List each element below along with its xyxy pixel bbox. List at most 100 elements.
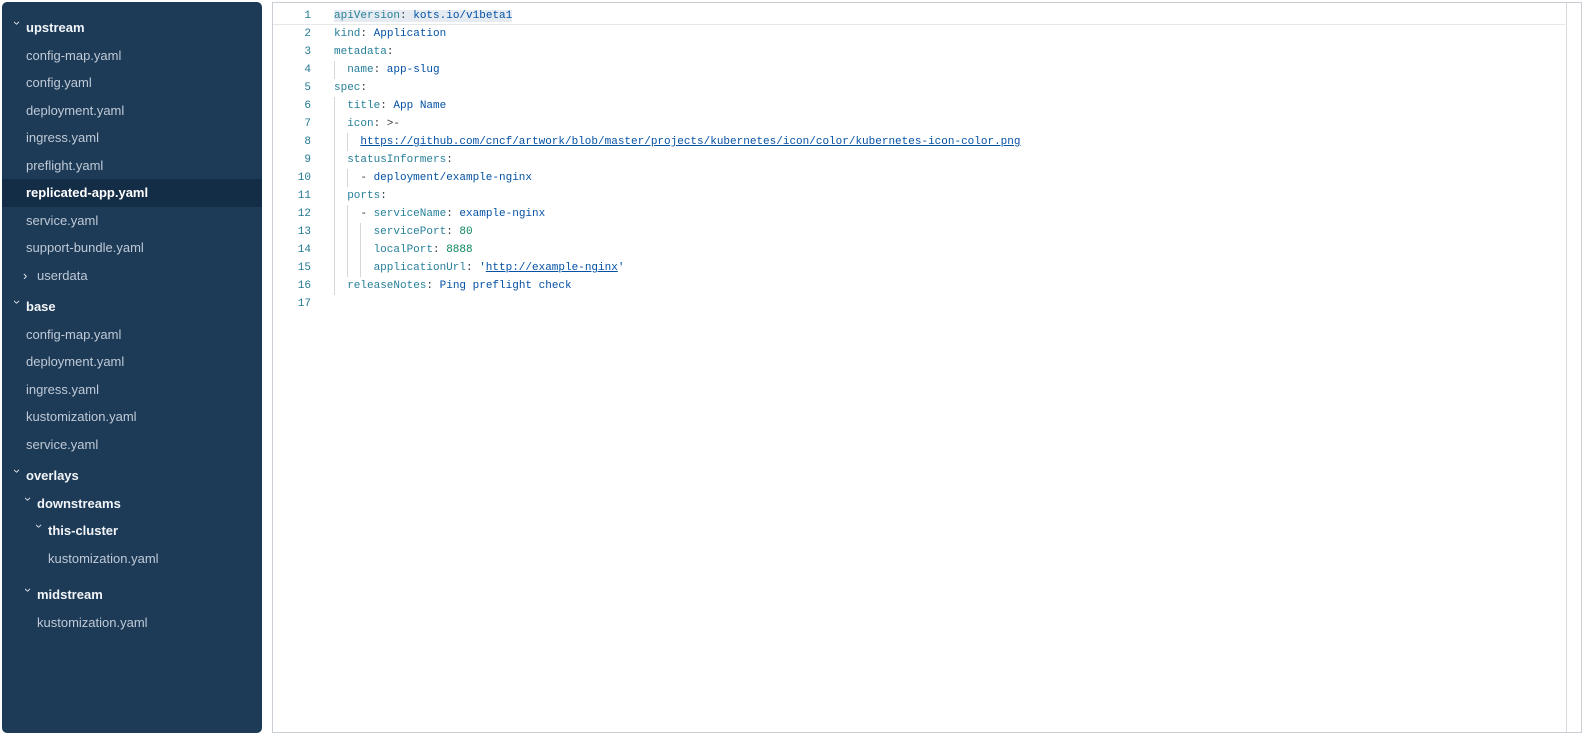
tree-file-deployment-yaml[interactable]: deployment.yaml [2,348,262,376]
tree-file-service-yaml[interactable]: service.yaml [2,207,262,235]
editor-content: 1apiVersion: kots.io/v1beta12kind: Appli… [273,3,1581,313]
code-line[interactable]: 4 name: app-slug [273,61,1565,79]
line-number: 3 [273,43,311,61]
code-token: : [380,190,387,202]
line-number: 7 [273,115,311,133]
indent-guide [347,133,360,151]
indent-guide [334,169,347,187]
tree-file-kustomization-yaml[interactable]: kustomization.yaml [2,403,262,431]
chevron-right-icon: › [23,269,37,282]
code-line-text: metadata: [334,43,393,61]
code-line[interactable]: 12 - serviceName: example-nginx [273,205,1565,223]
line-number: 10 [273,169,311,187]
code-token: Ping preflight check [433,280,572,292]
tree-file-preflight-yaml[interactable]: preflight.yaml [2,152,262,180]
editor-link[interactable]: http://example-nginx [486,262,618,274]
code-token: ports [347,190,380,202]
code-line[interactable]: 5spec: [273,79,1565,97]
code-token: : [466,262,473,274]
indent-guide [360,259,373,277]
tree-item-label: kustomization.yaml [26,409,137,424]
tree-file-ingress-yaml[interactable]: ingress.yaml [2,376,262,404]
code-line[interactable]: 15 applicationUrl: 'http://example-nginx… [273,259,1565,277]
tree-file-kustomization-yaml[interactable]: kustomization.yaml [2,545,262,573]
tree-file-deployment-yaml[interactable]: deployment.yaml [2,97,262,125]
indent-guide [347,169,360,187]
code-line[interactable]: 9 statusInformers: [273,151,1565,169]
code-line[interactable]: 13 servicePort: 80 [273,223,1565,241]
chevron-down-icon: › [11,21,24,35]
tree-file-replicated-app-yaml[interactable]: replicated-app.yaml [2,179,262,207]
line-number: 12 [273,205,311,223]
code-token: example-nginx [453,208,545,220]
file-tree-sidebar: ›upstreamconfig-map.yamlconfig.yamldeplo… [2,2,262,733]
tree-item-label: base [26,299,56,314]
code-line-text: name: app-slug [334,61,440,79]
code-line-text: servicePort: 80 [334,223,473,241]
code-line[interactable]: 16 releaseNotes: Ping preflight check [273,277,1565,295]
tree-file-config-map-yaml[interactable]: config-map.yaml [2,321,262,349]
code-line[interactable]: 17 [273,295,1565,313]
editor-scrollbar[interactable] [1566,3,1581,732]
code-token: apiVersion [334,10,400,22]
code-token: kots.io/v1beta1 [407,10,513,22]
line-number: 2 [273,25,311,43]
tree-file-config-yaml[interactable]: config.yaml [2,69,262,97]
indent-guide [334,151,347,169]
code-line[interactable]: 11 ports: [273,187,1565,205]
tree-item-label: service.yaml [26,213,98,228]
code-token: : [380,100,387,112]
code-line[interactable]: 7 icon: >- [273,115,1565,133]
tree-file-ingress-yaml[interactable]: ingress.yaml [2,124,262,152]
code-token: name [347,64,373,76]
code-line[interactable]: 3 metadata: [273,43,1565,61]
code-token: - [360,208,373,220]
indent-guide [334,187,347,205]
code-token: spec [334,82,360,94]
tree-item-label: ingress.yaml [26,382,99,397]
tree-file-config-map-yaml[interactable]: config-map.yaml [2,42,262,70]
tree-folder-this-cluster[interactable]: ›this-cluster [2,517,262,545]
tree-file-service-yaml[interactable]: service.yaml [2,431,262,459]
tree-folder-downstreams[interactable]: ›downstreams [2,490,262,518]
code-line[interactable]: 8 https://github.com/cncf/artwork/blob/m… [273,133,1565,151]
tree-item-label: midstream [37,587,103,602]
tree-item-label: support-bundle.yaml [26,240,144,255]
tree-folder-upstream[interactable]: ›upstream [2,14,262,42]
editor-link[interactable]: https://github.com/cncf/artwork/blob/mas… [360,136,1020,148]
tree-folder-base[interactable]: ›base [2,293,262,321]
tree-item-label: config-map.yaml [26,48,121,63]
code-line[interactable]: 14 localPort: 8888 [273,241,1565,259]
indent-guide [334,205,347,223]
tree-item-label: userdata [37,268,88,283]
tree-item-label: preflight.yaml [26,158,103,173]
code-line[interactable]: 6 title: App Name [273,97,1565,115]
tree-item-label: downstreams [37,496,121,511]
indent-guide [347,259,360,277]
line-number: 15 [273,259,311,277]
line-number: 16 [273,277,311,295]
code-line[interactable]: 1apiVersion: kots.io/v1beta1 [273,7,1565,25]
code-token: deployment/example-nginx [374,172,532,184]
tree-file-kustomization-yaml[interactable]: kustomization.yaml [2,609,262,637]
tree-file-support-bundle-yaml[interactable]: support-bundle.yaml [2,234,262,262]
tree-item-label: kustomization.yaml [48,551,159,566]
indent-guide [347,223,360,241]
tree-folder-midstream[interactable]: ›midstream [2,581,262,609]
indent-guide [347,205,360,223]
code-token: kind [334,28,360,40]
tree-item-label: config-map.yaml [26,327,121,342]
tree-folder-overlays[interactable]: ›overlays [2,462,262,490]
line-number: 8 [273,133,311,151]
code-line-text: - deployment/example-nginx [334,169,532,187]
code-line[interactable]: 10 - deployment/example-nginx [273,169,1565,187]
code-line[interactable]: 2kind: Application [273,25,1565,43]
line-number: 17 [273,295,311,313]
indent-guide [347,241,360,259]
indent-guide [360,241,373,259]
chevron-down-icon: › [11,300,24,314]
tree-item-label: service.yaml [26,437,98,452]
code-token: servicePort [374,226,447,238]
tree-folder-userdata[interactable]: ›userdata [2,262,262,290]
tree-item-label: this-cluster [48,523,118,538]
